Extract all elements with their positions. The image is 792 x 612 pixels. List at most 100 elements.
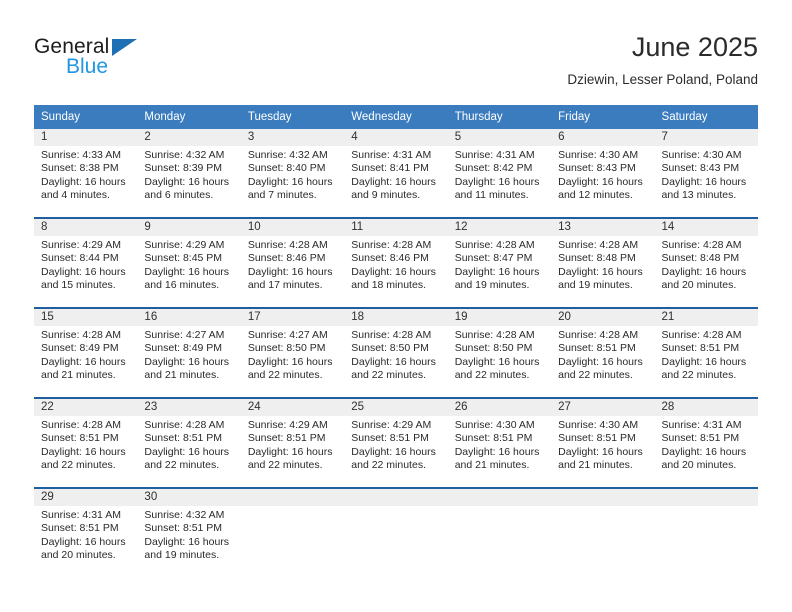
- sunset-text: Sunset: 8:51 PM: [247, 432, 326, 445]
- calendar-day-cell[interactable]: 17 Sunrise: 4:27 AM Sunset: 8:50 PM Dayligh…: [240, 309, 345, 397]
- daylight-text: Daylight: 16 hours and 22 minutes.: [558, 355, 643, 382]
- calendar-day-cell[interactable]: 9 Sunrise: 4:29 AM Sunset: 8:45 PM Daylight…: [137, 219, 241, 307]
- calendar-week-row: 15 Sunrise: 4:28 AM Sunset: 8:49 PM Dayligh…: [34, 307, 758, 397]
- sunrise-text: Sunrise: 4:28 AM: [661, 239, 742, 251]
- logo-triangle-icon: [112, 39, 137, 56]
- daylight-text: Daylight: 16 hours and 22 minutes.: [661, 355, 747, 382]
- calendar-day-cell[interactable]: 6 Sunrise: 4:30 AM Sunset: 8:43 PM Daylight…: [551, 129, 655, 217]
- day-details: Sunrise: 4:28 AM Sunset: 8:50 PM Daylight:…: [448, 326, 551, 383]
- day-number: 24: [240, 399, 345, 416]
- calendar-day-cell[interactable]: 8 Sunrise: 4:29 AM Sunset: 8:44 PM Daylight…: [34, 219, 138, 307]
- calendar-day-cell[interactable]: 28 Sunrise: 4:31 AM Sunset: 8:51 PM Dayligh…: [654, 399, 758, 487]
- daylight-text: Daylight: 16 hours and 21 minutes.: [454, 445, 540, 472]
- day-details: Sunrise: 4:30 AM Sunset: 8:51 PM Daylight:…: [551, 416, 654, 473]
- daylight-text: Daylight: 16 hours and 22 minutes.: [41, 445, 126, 472]
- day-number: 27: [551, 399, 655, 416]
- sunset-text: Sunset: 8:51 PM: [41, 522, 119, 535]
- sunrise-text: Sunrise: 4:28 AM: [247, 239, 328, 251]
- calendar-day-cell[interactable]: 4 Sunrise: 4:31 AM Sunset: 8:41 PM Daylight…: [344, 129, 448, 217]
- sunset-text: Sunset: 8:51 PM: [558, 342, 636, 355]
- sunrise-text: Sunrise: 4:27 AM: [144, 329, 225, 341]
- weekday-header-saturday: Saturday: [661, 111, 708, 123]
- daylight-text: Daylight: 16 hours and 12 minutes.: [558, 175, 643, 202]
- weekday-header-thursday: Thursday: [454, 111, 503, 123]
- calendar-day-cell[interactable]: 1 Sunrise: 4:33 AM Sunset: 8:38 PM Daylight…: [34, 129, 138, 217]
- sunset-text: Sunset: 8:47 PM: [454, 252, 533, 265]
- weekday-header-monday: Monday: [144, 111, 186, 123]
- day-details: Sunrise: 4:28 AM Sunset: 8:50 PM Daylight:…: [344, 326, 447, 383]
- sunset-text: Sunset: 8:50 PM: [247, 342, 326, 355]
- calendar-day-cell[interactable]: 20 Sunrise: 4:28 AM Sunset: 8:51 PM Dayligh…: [551, 309, 655, 397]
- day-number: 18: [344, 309, 448, 326]
- sunset-text: Sunset: 8:41 PM: [351, 162, 429, 175]
- day-number: 10: [240, 219, 345, 236]
- sunset-text: Sunset: 8:46 PM: [351, 252, 429, 265]
- day-details: Sunrise: 4:28 AM Sunset: 8:46 PM Daylight:…: [344, 236, 447, 293]
- calendar-day-cell[interactable]: 29 Sunrise: 4:31 AM Sunset: 8:51 PM Dayligh…: [34, 489, 138, 577]
- calendar-day-cell[interactable]: 15 Sunrise: 4:28 AM Sunset: 8:49 PM Dayligh…: [34, 309, 138, 397]
- logo-text-blue: Blue: [66, 55, 109, 78]
- sunrise-text: Sunrise: 4:28 AM: [558, 239, 639, 251]
- daylight-text: Daylight: 16 hours and 22 minutes.: [351, 355, 436, 382]
- day-number: [447, 489, 552, 506]
- calendar-day-cell-empty: [654, 489, 758, 577]
- calendar-day-cell[interactable]: 14 Sunrise: 4:28 AM Sunset: 8:48 PM Dayligh…: [654, 219, 758, 307]
- calendar-day-cell[interactable]: 2 Sunrise: 4:32 AM Sunset: 8:39 PM Daylight…: [137, 129, 241, 217]
- sunrise-text: Sunrise: 4:28 AM: [41, 329, 121, 341]
- day-details: Sunrise: 4:31 AM Sunset: 8:51 PM Daylight:…: [34, 506, 137, 563]
- calendar-day-cell[interactable]: 13 Sunrise: 4:28 AM Sunset: 8:48 PM Dayligh…: [551, 219, 655, 307]
- sunset-text: Sunset: 8:49 PM: [41, 342, 119, 355]
- day-number: 5: [447, 129, 552, 146]
- weekday-header-wednesday: Wednesday: [351, 111, 412, 123]
- day-details: Sunrise: 4:30 AM Sunset: 8:43 PM Daylight:…: [551, 146, 654, 203]
- calendar-day-cell[interactable]: 7 Sunrise: 4:30 AM Sunset: 8:43 PM Daylight…: [654, 129, 758, 217]
- calendar-day-cell[interactable]: 12 Sunrise: 4:28 AM Sunset: 8:47 PM Dayligh…: [447, 219, 552, 307]
- calendar-day-cell[interactable]: 25 Sunrise: 4:29 AM Sunset: 8:51 PM Dayligh…: [344, 399, 448, 487]
- sunset-text: Sunset: 8:51 PM: [661, 432, 740, 445]
- day-number: 22: [34, 399, 138, 416]
- calendar-day-cell[interactable]: 30 Sunrise: 4:32 AM Sunset: 8:51 PM Dayligh…: [137, 489, 241, 577]
- day-details: Sunrise: 4:28 AM Sunset: 8:46 PM Daylight:…: [241, 236, 344, 293]
- calendar-day-cell[interactable]: 22 Sunrise: 4:28 AM Sunset: 8:51 PM Dayligh…: [34, 399, 138, 487]
- sunrise-text: Sunrise: 4:30 AM: [558, 419, 639, 431]
- sunset-text: Sunset: 8:51 PM: [661, 342, 740, 355]
- day-number: 11: [344, 219, 448, 236]
- daylight-text: Daylight: 16 hours and 6 minutes.: [144, 175, 230, 202]
- daylight-text: Daylight: 16 hours and 21 minutes.: [41, 355, 126, 382]
- sunset-text: Sunset: 8:51 PM: [144, 522, 223, 535]
- sunrise-text: Sunrise: 4:31 AM: [351, 149, 432, 161]
- day-number: 30: [137, 489, 241, 506]
- calendar-day-cell[interactable]: 10 Sunrise: 4:28 AM Sunset: 8:46 PM Dayligh…: [240, 219, 345, 307]
- sunset-text: Sunset: 8:43 PM: [661, 162, 740, 175]
- day-number: 1: [34, 129, 138, 146]
- day-number: 17: [240, 309, 345, 326]
- calendar-day-cell[interactable]: 5 Sunrise: 4:31 AM Sunset: 8:42 PM Daylight…: [447, 129, 552, 217]
- sunset-text: Sunset: 8:48 PM: [661, 252, 740, 265]
- day-number: 23: [137, 399, 241, 416]
- calendar-day-cell[interactable]: 26 Sunrise: 4:30 AM Sunset: 8:51 PM Dayligh…: [447, 399, 552, 487]
- daylight-text: Daylight: 16 hours and 9 minutes.: [351, 175, 436, 202]
- calendar-day-cell[interactable]: 24 Sunrise: 4:29 AM Sunset: 8:51 PM Dayligh…: [240, 399, 345, 487]
- daylight-text: Daylight: 16 hours and 22 minutes.: [144, 445, 230, 472]
- calendar-day-cell[interactable]: 21 Sunrise: 4:28 AM Sunset: 8:51 PM Dayligh…: [654, 309, 758, 397]
- sunrise-text: Sunrise: 4:30 AM: [661, 149, 742, 161]
- calendar-day-cell[interactable]: 27 Sunrise: 4:30 AM Sunset: 8:51 PM Dayligh…: [551, 399, 655, 487]
- day-details: Sunrise: 4:28 AM Sunset: 8:48 PM Daylight:…: [655, 236, 758, 293]
- sunset-text: Sunset: 8:50 PM: [351, 342, 429, 355]
- calendar-day-cell[interactable]: 11 Sunrise: 4:28 AM Sunset: 8:46 PM Dayligh…: [344, 219, 448, 307]
- calendar-day-cell[interactable]: 3 Sunrise: 4:32 AM Sunset: 8:40 PM Daylight…: [240, 129, 345, 217]
- calendar-day-cell-empty: [551, 489, 655, 577]
- day-details: Sunrise: 4:27 AM Sunset: 8:49 PM Daylight:…: [137, 326, 240, 383]
- daylight-text: Daylight: 16 hours and 19 minutes.: [144, 535, 230, 562]
- calendar-day-cell[interactable]: 19 Sunrise: 4:28 AM Sunset: 8:50 PM Dayligh…: [447, 309, 552, 397]
- title-block: June 2025 Dziewin, Lesser Poland, Poland: [567, 30, 758, 90]
- calendar-day-cell[interactable]: 16 Sunrise: 4:27 AM Sunset: 8:49 PM Dayligh…: [137, 309, 241, 397]
- day-details: Sunrise: 4:31 AM Sunset: 8:41 PM Daylight:…: [344, 146, 447, 203]
- calendar-day-cell[interactable]: 18 Sunrise: 4:28 AM Sunset: 8:50 PM Dayligh…: [344, 309, 448, 397]
- sunrise-text: Sunrise: 4:32 AM: [144, 509, 225, 521]
- day-number: 28: [654, 399, 758, 416]
- calendar-day-cell[interactable]: 23 Sunrise: 4:28 AM Sunset: 8:51 PM Dayligh…: [137, 399, 241, 487]
- daylight-text: Daylight: 16 hours and 22 minutes.: [247, 355, 333, 382]
- calendar-week-row: 8 Sunrise: 4:29 AM Sunset: 8:44 PM Daylight…: [34, 217, 758, 307]
- generalblue-logo[interactable]: General Blue: [34, 36, 254, 84]
